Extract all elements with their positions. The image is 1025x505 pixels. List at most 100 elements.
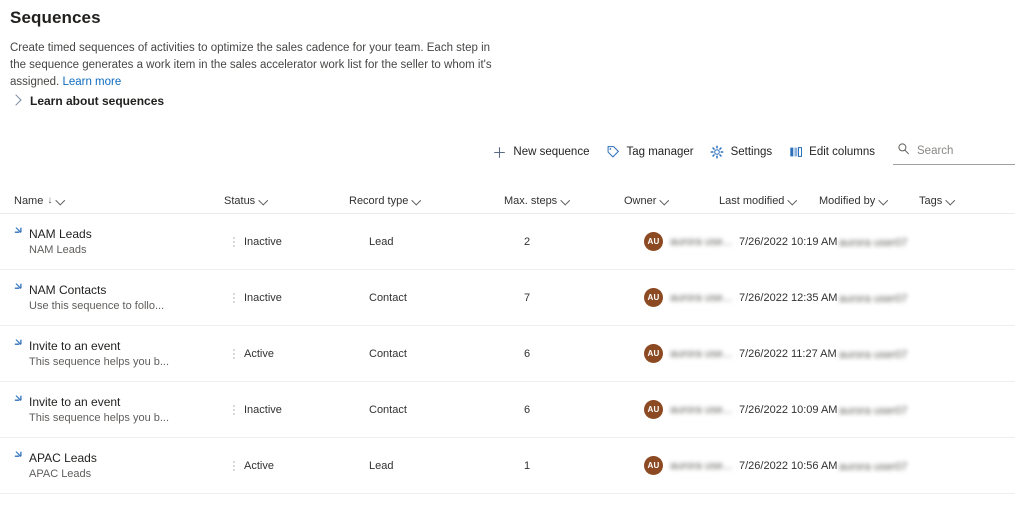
row-modified-by: aurora user07 bbox=[839, 348, 908, 361]
row-modified-by-cell: aurora user07 bbox=[839, 289, 939, 307]
sort-descending-icon: ↓ bbox=[47, 194, 53, 206]
sequences-page: Sequences Create timed sequences of acti… bbox=[0, 0, 1025, 505]
row-name-line: NAM Leads bbox=[14, 227, 224, 241]
chevron-down-icon bbox=[879, 196, 888, 205]
row-subtitle: NAM Leads bbox=[29, 243, 87, 256]
table-row[interactable]: NAM Contacts Use this sequence to follo.… bbox=[0, 270, 1015, 326]
table-row[interactable]: NAM Leads NAM Leads Inactive Lead 2 AU a… bbox=[0, 214, 1015, 270]
settings-button[interactable]: Settings bbox=[702, 141, 781, 164]
search-icon bbox=[897, 142, 910, 160]
row-owner-name: aurora use... bbox=[670, 459, 732, 472]
row-record-type: Contact bbox=[369, 403, 407, 416]
row-modified-by: aurora user07 bbox=[839, 292, 908, 305]
row-owner-name: aurora use... bbox=[670, 347, 732, 360]
chevron-down-icon bbox=[412, 196, 421, 205]
row-owner-name: aurora use... bbox=[670, 403, 732, 416]
learn-about-sequences-expander[interactable]: Learn about sequences bbox=[10, 94, 164, 108]
column-header-name[interactable]: Name ↓ bbox=[14, 195, 224, 207]
row-record-type: Contact bbox=[369, 291, 407, 304]
chevron-down-icon bbox=[259, 196, 268, 205]
column-header-name-label: Name bbox=[14, 194, 44, 207]
row-last-modified: 7/26/2022 10:56 AM bbox=[739, 459, 838, 472]
row-name-cell: APAC Leads APAC Leads bbox=[14, 451, 224, 481]
table-row[interactable]: Invite to an event This sequence helps y… bbox=[0, 326, 1015, 382]
column-header-tags-label: Tags bbox=[919, 194, 943, 207]
table-row[interactable]: Invite to an event This sequence helps y… bbox=[0, 382, 1015, 438]
row-more-actions[interactable] bbox=[224, 460, 244, 471]
column-header-max-steps-label: Max. steps bbox=[504, 194, 558, 207]
row-owner: AU aurora use... bbox=[644, 456, 739, 475]
grid-header-row: Name ↓ Status Record type Max. steps Own… bbox=[0, 188, 1015, 214]
row-name-cell: Invite to an event This sequence helps y… bbox=[14, 339, 224, 369]
plus-icon bbox=[492, 145, 507, 160]
row-subtitle: This sequence helps you b... bbox=[29, 355, 170, 368]
kebab-menu-icon[interactable] bbox=[224, 292, 244, 303]
kebab-menu-icon[interactable] bbox=[224, 460, 244, 471]
row-name: Invite to an event bbox=[29, 394, 121, 409]
command-bar: New sequence Tag manager Settings Edit c… bbox=[0, 139, 1015, 165]
sequence-icon bbox=[14, 450, 27, 463]
sequence-icon bbox=[14, 282, 27, 295]
column-header-tags[interactable]: Tags bbox=[919, 195, 989, 207]
column-header-last-modified[interactable]: Last modified bbox=[719, 195, 819, 207]
row-modified-by-cell: aurora user07 bbox=[839, 401, 939, 419]
row-more-actions[interactable] bbox=[224, 348, 244, 359]
row-modified-by-cell: aurora user07 bbox=[839, 345, 939, 363]
row-name: Invite to an event bbox=[29, 338, 121, 353]
row-last-modified: 7/26/2022 10:19 AM bbox=[739, 235, 838, 248]
row-last-modified: 7/26/2022 12:35 AM bbox=[739, 291, 838, 304]
row-owner: AU aurora use... bbox=[644, 232, 739, 251]
row-modified-by: aurora user07 bbox=[839, 236, 908, 249]
new-sequence-button[interactable]: New sequence bbox=[484, 141, 597, 164]
row-status: Inactive bbox=[244, 403, 282, 416]
row-owner-name: aurora use... bbox=[670, 291, 732, 304]
row-status: Inactive bbox=[244, 235, 282, 248]
row-owner-name: aurora use... bbox=[670, 235, 732, 248]
row-name-cell: NAM Contacts Use this sequence to follo.… bbox=[14, 283, 224, 313]
kebab-menu-icon[interactable] bbox=[224, 348, 244, 359]
row-subtitle: This sequence helps you b... bbox=[29, 411, 170, 424]
new-sequence-label: New sequence bbox=[513, 146, 590, 158]
chevron-down-icon bbox=[946, 196, 955, 205]
avatar: AU bbox=[644, 344, 663, 363]
learn-about-sequences-label: Learn about sequences bbox=[30, 94, 165, 108]
avatar: AU bbox=[644, 232, 663, 251]
row-more-actions[interactable] bbox=[224, 404, 244, 415]
row-record-type: Lead bbox=[369, 235, 394, 248]
column-header-record-type[interactable]: Record type bbox=[349, 195, 504, 207]
sequences-grid: Name ↓ Status Record type Max. steps Own… bbox=[0, 188, 1015, 494]
avatar: AU bbox=[644, 400, 663, 419]
avatar: AU bbox=[644, 288, 663, 307]
row-more-actions[interactable] bbox=[224, 292, 244, 303]
chevron-down-icon bbox=[56, 196, 65, 205]
column-header-modified-by[interactable]: Modified by bbox=[819, 195, 919, 207]
table-row[interactable]: APAC Leads APAC Leads Active Lead 1 AU a… bbox=[0, 438, 1015, 494]
chevron-down-icon bbox=[788, 196, 797, 205]
column-header-status[interactable]: Status bbox=[224, 195, 349, 207]
row-status: Active bbox=[244, 347, 274, 360]
search-box[interactable] bbox=[893, 139, 1015, 165]
row-owner: AU aurora use... bbox=[644, 344, 739, 363]
row-last-modified: 7/26/2022 10:09 AM bbox=[739, 403, 838, 416]
learn-more-link[interactable]: Learn more bbox=[62, 76, 121, 88]
kebab-menu-icon[interactable] bbox=[224, 404, 244, 415]
row-max-steps: 6 bbox=[524, 403, 531, 416]
kebab-menu-icon[interactable] bbox=[224, 236, 244, 247]
row-name: NAM Contacts bbox=[29, 282, 107, 297]
row-name-line: Invite to an event bbox=[14, 395, 224, 409]
row-more-actions[interactable] bbox=[224, 236, 244, 247]
row-record-type: Lead bbox=[369, 459, 394, 472]
column-header-modified-by-label: Modified by bbox=[819, 194, 876, 207]
column-header-last-modified-label: Last modified bbox=[719, 194, 785, 207]
edit-columns-button[interactable]: Edit columns bbox=[780, 141, 883, 164]
tag-manager-button[interactable]: Tag manager bbox=[597, 141, 701, 164]
row-name-cell: NAM Leads NAM Leads bbox=[14, 227, 224, 257]
page-title: Sequences bbox=[10, 8, 101, 27]
tag-manager-label: Tag manager bbox=[626, 146, 694, 158]
columns-icon bbox=[788, 145, 803, 160]
column-header-owner[interactable]: Owner bbox=[624, 195, 719, 207]
row-record-type: Contact bbox=[369, 347, 407, 360]
column-header-max-steps[interactable]: Max. steps bbox=[504, 195, 624, 207]
edit-columns-label: Edit columns bbox=[809, 146, 875, 158]
search-input[interactable] bbox=[917, 145, 1013, 157]
